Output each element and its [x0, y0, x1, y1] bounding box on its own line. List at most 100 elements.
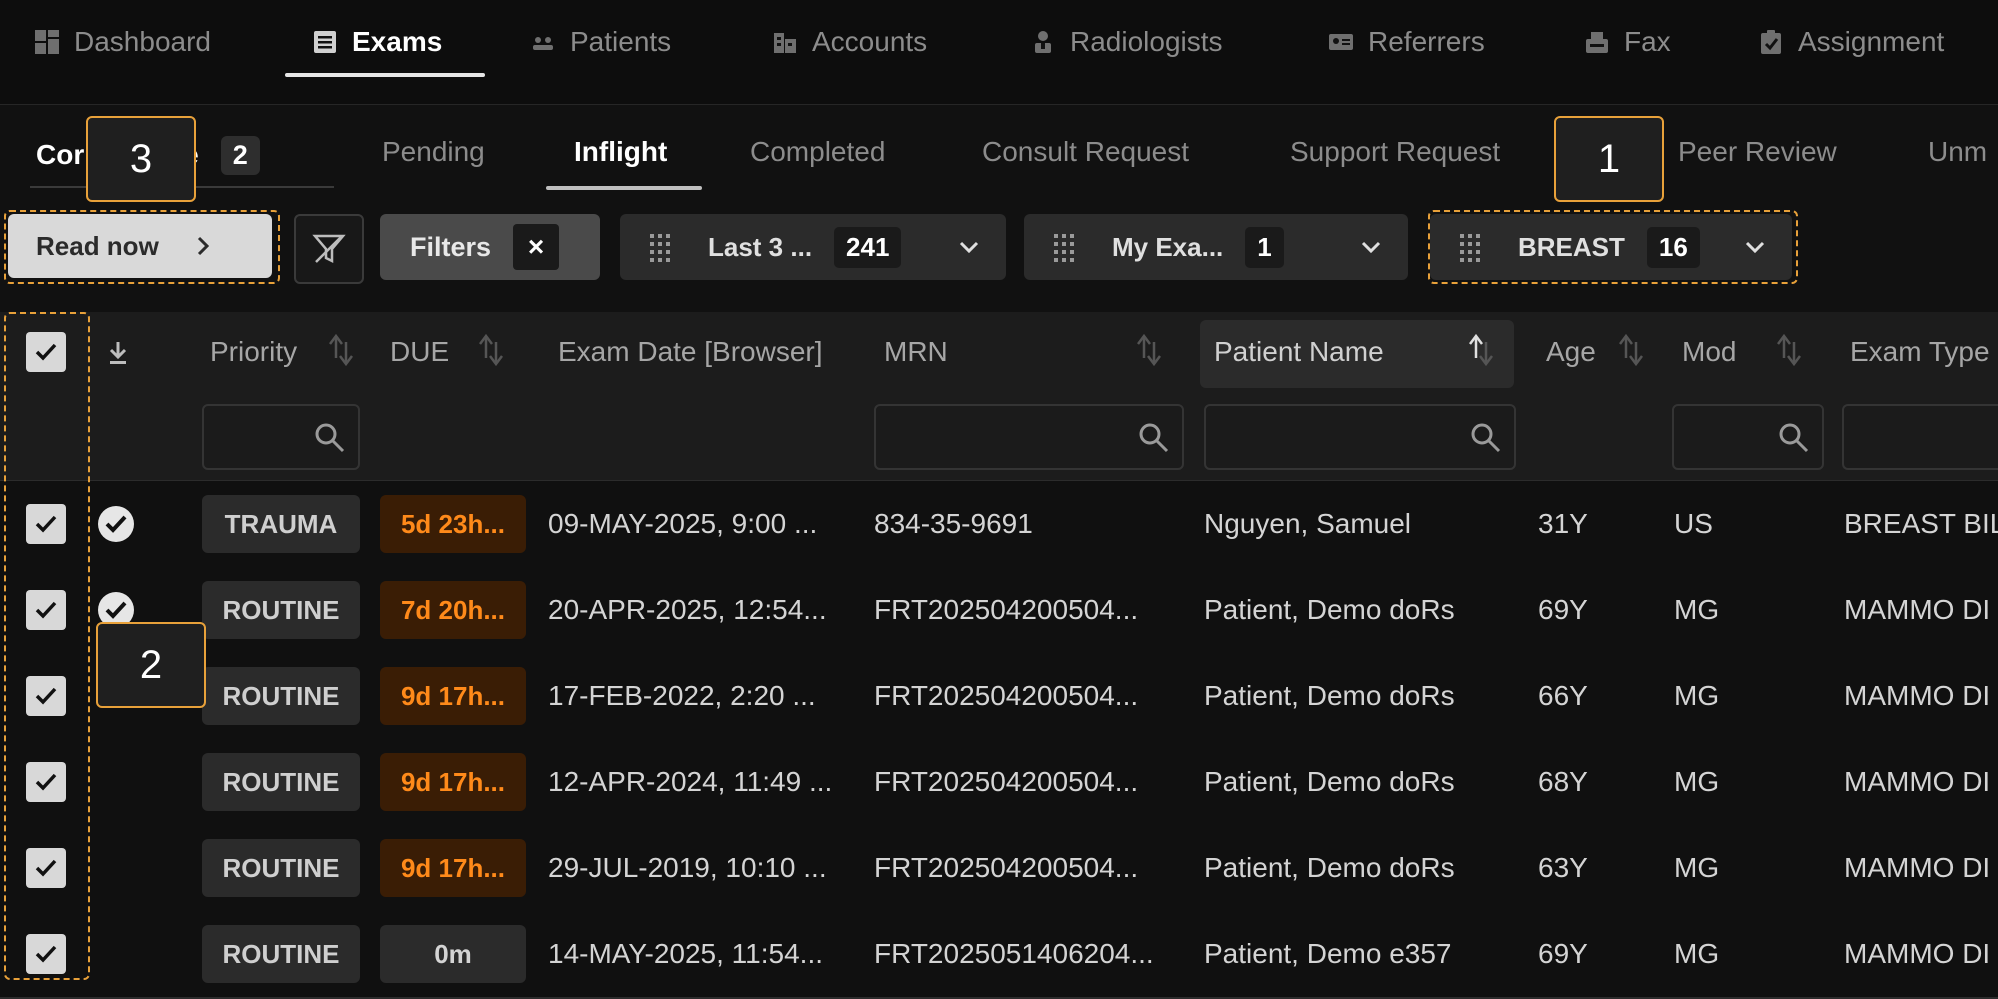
sort-icon[interactable] [1772, 330, 1806, 370]
header-priority[interactable]: Priority [210, 336, 297, 368]
sort-icon[interactable] [474, 330, 508, 370]
header-age[interactable]: Age [1546, 336, 1596, 368]
chevron-right-icon [197, 236, 209, 256]
priority-badge: TRAUMA [202, 495, 360, 553]
header-mrn[interactable]: MRN [884, 336, 948, 368]
age-cell: 31Y [1538, 508, 1588, 539]
row-checkbox[interactable] [26, 762, 66, 802]
age-cell: 68Y [1538, 766, 1588, 797]
mod-cell: MG [1674, 766, 1720, 797]
check-icon [35, 859, 57, 877]
chevron-down-icon[interactable] [1360, 236, 1382, 258]
select-all-checkbox[interactable] [26, 332, 66, 372]
filter-chip-breast[interactable]: BREAST 16 [1430, 214, 1792, 280]
row-checkbox[interactable] [26, 848, 66, 888]
nav-label: Patients [570, 26, 672, 57]
filter-chip-my-exams[interactable]: My Exa... 1 [1024, 214, 1408, 280]
sort-icon[interactable] [324, 330, 358, 370]
header-exam-date[interactable]: Exam Date [Browser] [558, 336, 823, 368]
tab-inflight[interactable]: Inflight [574, 136, 667, 168]
sort-ascending-icon[interactable] [1464, 330, 1498, 370]
row-checkbox[interactable] [26, 590, 66, 630]
search-icon [1139, 423, 1169, 453]
tab-peer-review[interactable]: Peer Review [1678, 136, 1837, 168]
drag-handle-icon[interactable] [648, 232, 672, 262]
chevron-down-icon[interactable] [958, 236, 980, 258]
priority-badge: ROUTINE [202, 925, 360, 983]
nav-patients[interactable]: Patients [530, 22, 671, 62]
patient-name-cell[interactable]: Patient, Demo e357 [1204, 938, 1452, 970]
close-icon[interactable]: × [513, 224, 560, 270]
header-patient-name[interactable]: Patient Name [1214, 336, 1384, 368]
exam-type-search-input[interactable] [1842, 404, 1998, 470]
check-icon [35, 343, 57, 361]
mrn-cell: FRT2025051406204... [874, 938, 1154, 969]
nav-exams[interactable]: Exams [312, 22, 442, 62]
filter-chip-date[interactable]: Last 3 ... 241 [620, 214, 1006, 280]
chevron-down-icon[interactable] [1744, 236, 1766, 258]
patient-name-cell[interactable]: Nguyen, Samuel [1204, 508, 1411, 540]
check-icon [35, 773, 57, 791]
due-badge: 5d 23h... [380, 495, 526, 553]
referrers-icon [1329, 34, 1353, 50]
nav-radiologists[interactable]: Radiologists [1030, 22, 1223, 62]
header-exam-type[interactable]: Exam Type [1850, 336, 1990, 368]
patients-icon [533, 37, 553, 50]
sort-icon[interactable] [1614, 330, 1648, 370]
exam-date-cell: 14-MAY-2025, 11:54... [548, 938, 823, 969]
nav-fax[interactable]: Fax [1584, 22, 1671, 62]
mod-cell: US [1674, 508, 1713, 539]
nav-assignment[interactable]: Assignment [1758, 22, 1944, 62]
sort-icon[interactable] [1132, 330, 1166, 370]
age-cell: 66Y [1538, 680, 1588, 711]
patient-name-cell[interactable]: Patient, Demo doRs [1204, 594, 1455, 626]
search-icon [1779, 423, 1809, 453]
chip-label: BREAST [1518, 231, 1625, 262]
nav-label: Accounts [812, 26, 928, 57]
top-nav: Dashboard Exams Patients Accounts Radiol… [0, 0, 1998, 105]
chip-label: Last 3 ... [708, 231, 813, 262]
due-badge: 9d 17h... [380, 753, 526, 811]
priority-badge: ROUTINE [202, 839, 360, 897]
patient-name-cell[interactable]: Patient, Demo doRs [1204, 680, 1455, 712]
radiologist-icon [1035, 31, 1051, 53]
mrn-search-input[interactable] [874, 404, 1184, 470]
check-icon [35, 945, 57, 963]
nav-referrers[interactable]: Referrers [1328, 22, 1485, 62]
nav-accounts[interactable]: Accounts [772, 22, 927, 62]
download-icon[interactable] [106, 340, 130, 366]
due-badge: 9d 17h... [380, 839, 526, 897]
row-checkbox[interactable] [26, 934, 66, 974]
row-checkbox[interactable] [26, 504, 66, 544]
tab-support-request[interactable]: Support Request [1290, 136, 1500, 168]
tab-completed[interactable]: Completed [750, 136, 885, 168]
callout-2: 2 [96, 622, 206, 708]
read-now-button[interactable]: Read now [8, 214, 272, 278]
tab-active-indicator [546, 186, 702, 190]
mod-search-input[interactable] [1672, 404, 1824, 470]
filters-label: Filters [410, 231, 492, 262]
row-checkbox[interactable] [26, 676, 66, 716]
tab-consult-request[interactable]: Consult Request [982, 136, 1189, 168]
tab-pending[interactable]: Pending [382, 136, 485, 168]
clear-filter-button[interactable] [294, 214, 364, 284]
patient-name-cell[interactable]: Patient, Demo doRs [1204, 766, 1455, 798]
filters-button[interactable]: Filters × [380, 214, 600, 280]
search-icon [1471, 423, 1501, 453]
tab-unmatched[interactable]: Unm [1928, 136, 1987, 168]
exam-type-cell: BREAST BIL [1844, 508, 1998, 539]
priority-search-input[interactable] [202, 404, 360, 470]
check-icon [35, 601, 57, 619]
priority-badge: ROUTINE [202, 581, 360, 639]
check-icon [35, 687, 57, 705]
drag-handle-icon[interactable] [1458, 232, 1482, 262]
nav-dashboard[interactable]: Dashboard [34, 22, 211, 62]
patient-name-cell[interactable]: Patient, Demo doRs [1204, 852, 1455, 884]
header-due[interactable]: DUE [390, 336, 449, 368]
exam-type-cell: MAMMO DI [1844, 766, 1991, 797]
priority-badge: ROUTINE [202, 667, 360, 725]
header-mod[interactable]: Mod [1682, 336, 1736, 368]
patient-name-search-input[interactable] [1204, 404, 1516, 470]
drag-handle-icon[interactable] [1052, 232, 1076, 262]
nav-label: Radiologists [1070, 26, 1223, 57]
